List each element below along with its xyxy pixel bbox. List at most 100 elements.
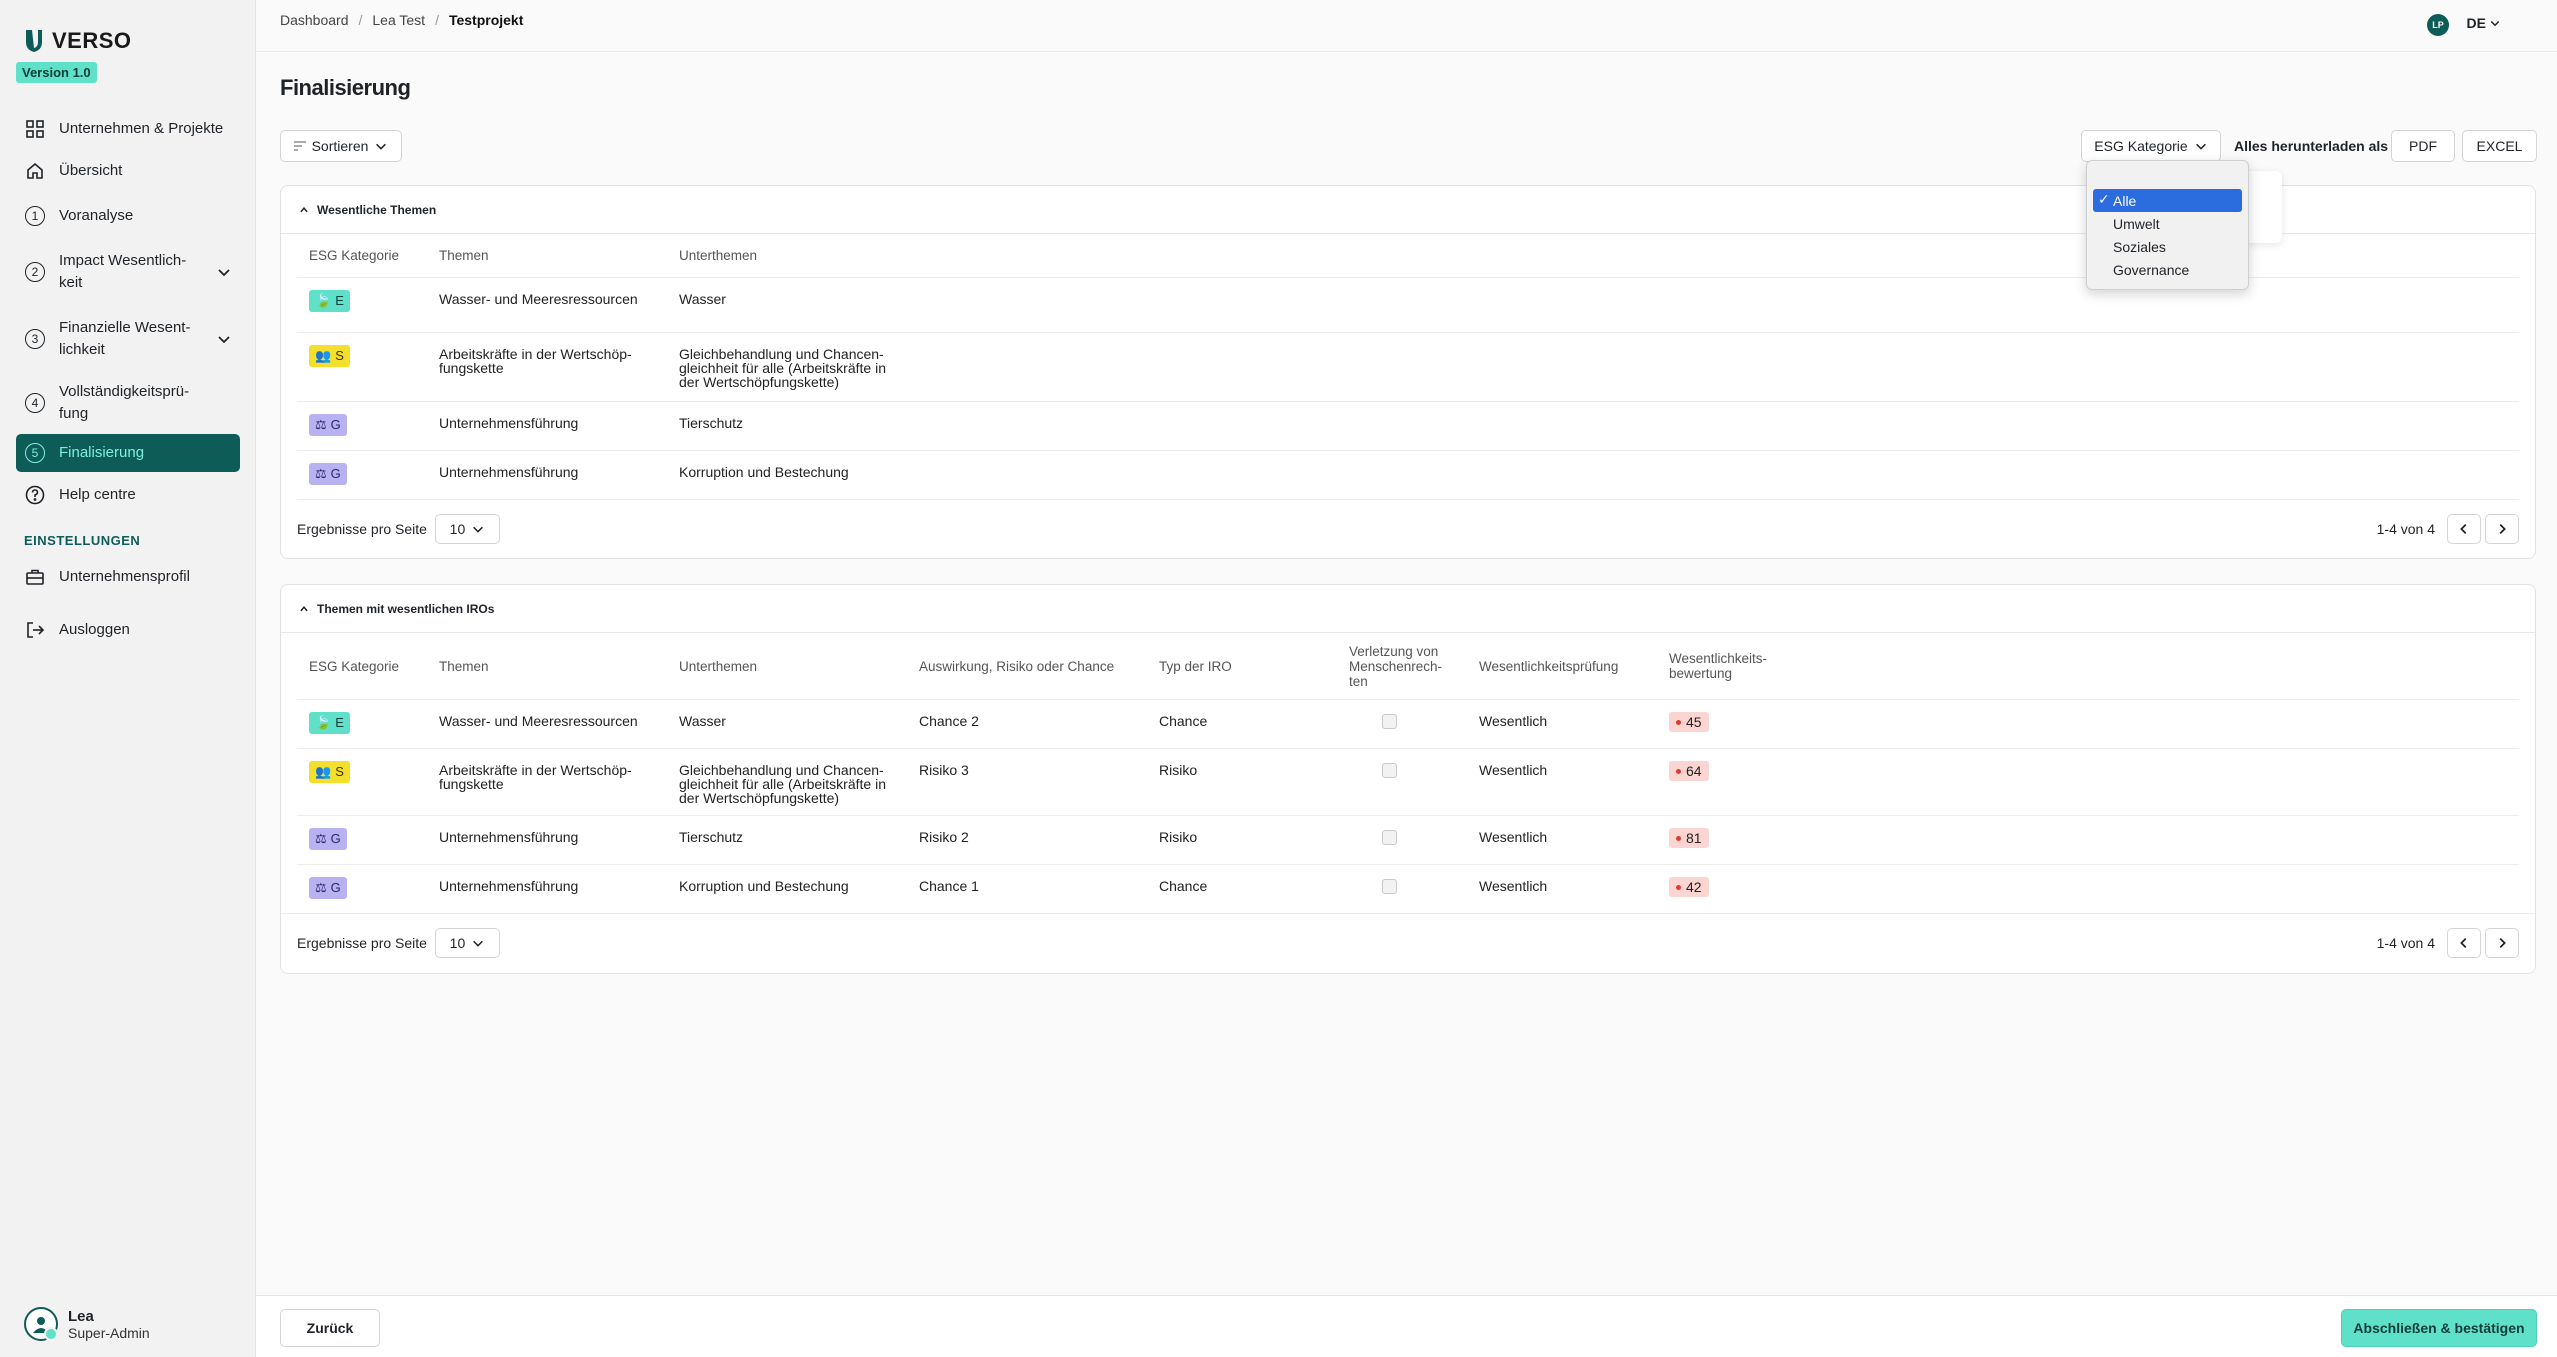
sort-icon bbox=[293, 141, 306, 151]
chevron-down-icon bbox=[376, 143, 387, 150]
chevron-down-icon bbox=[473, 940, 484, 947]
table-row[interactable]: ⚖ G Unternehmensführung Tierschutz bbox=[297, 402, 2519, 451]
card-title: Wesentliche Themen bbox=[317, 202, 437, 217]
iro-topics-header[interactable]: Themen mit wesentlichen IROs bbox=[281, 585, 2535, 633]
sidebar-item-finanzielle-wesentlichkeit[interactable]: 3 Finanzielle Wesent-lichkeit bbox=[16, 305, 240, 372]
chevron-up-icon bbox=[300, 605, 308, 611]
scales-icon: ⚖ bbox=[315, 880, 327, 895]
app-name: VERSO bbox=[52, 28, 132, 53]
sidebar-item-voranalyse[interactable]: 1 Voranalyse bbox=[16, 193, 240, 238]
table-row[interactable]: 🍃 E Wasser- und Meeresressourcen Wasser C… bbox=[297, 700, 2519, 749]
esg-category-filter[interactable]: ESG Kategorie bbox=[2081, 130, 2221, 162]
dropdown-option-umwelt[interactable]: Umwelt bbox=[2093, 212, 2242, 235]
step-1-icon: 1 bbox=[24, 205, 46, 227]
breadcrumb-separator: / bbox=[435, 12, 439, 28]
help-icon bbox=[24, 484, 46, 506]
grid-icon bbox=[24, 118, 46, 140]
sidebar-item-help-centre[interactable]: Help centre bbox=[16, 472, 240, 517]
topic-cell: Unternehmensführung bbox=[439, 829, 579, 845]
human-rights-checkbox[interactable] bbox=[1382, 714, 1397, 729]
page-title: Finalisierung bbox=[280, 75, 411, 100]
materiality-check-cell: Wesentlich bbox=[1479, 878, 1548, 894]
table-row[interactable]: ⚖ G Unternehmensführung Korruption und Be… bbox=[297, 865, 2519, 913]
materiality-check-cell: Wesentlich bbox=[1479, 829, 1548, 845]
human-rights-checkbox[interactable] bbox=[1382, 879, 1397, 894]
column-header[interactable]: ESG Kategorie bbox=[297, 659, 427, 674]
card-title: Themen mit wesentlichen IROs bbox=[317, 601, 495, 616]
column-header[interactable]: Wesentlichkeits-bewertung bbox=[1657, 651, 1817, 681]
confirm-button[interactable]: Abschließen & bestätigen bbox=[2341, 1309, 2537, 1347]
sidebar-item-impact-wesentlichkeit[interactable]: 2 Impact Wesentlich-keit bbox=[16, 238, 240, 305]
column-header[interactable]: Auswirkung, Risiko oder Chance bbox=[907, 659, 1147, 674]
dropdown-option-alle[interactable]: ✓ Alle bbox=[2093, 189, 2242, 212]
table-row[interactable]: ⚖ G Unternehmensführung Korruption und Be… bbox=[297, 451, 2519, 500]
table-row[interactable]: 👥 S Arbeitskräfte in der Wertschöp-fungsk… bbox=[297, 333, 2519, 402]
topic-cell: Unternehmensführung bbox=[439, 415, 579, 431]
sidebar-item-vollstaendigkeitspruefung[interactable]: 4 Vollständigkeitsprü-fung bbox=[16, 372, 240, 434]
user-role: Super-Admin bbox=[68, 1324, 150, 1341]
sidebar-item-label: Unternehmen & Projekte bbox=[59, 120, 224, 137]
breadcrumb-separator: / bbox=[358, 12, 363, 28]
dropdown-option-governance[interactable]: Governance bbox=[2093, 258, 2242, 281]
avatar[interactable]: LP bbox=[2427, 14, 2449, 36]
subtopic-cell: Gleichbehandlung und Chancen-gleichheit … bbox=[679, 346, 886, 390]
next-page-button[interactable] bbox=[2485, 514, 2519, 544]
sort-label: Sortieren bbox=[311, 138, 369, 154]
column-header[interactable]: Themen bbox=[427, 659, 667, 674]
sidebar-item-finalisierung[interactable]: 5 Finalisierung bbox=[16, 434, 240, 472]
breadcrumb-lea-test[interactable]: Lea Test bbox=[372, 12, 425, 28]
prev-page-button[interactable] bbox=[2447, 927, 2481, 958]
column-header[interactable]: Typ der IRO bbox=[1147, 659, 1337, 674]
home-icon bbox=[24, 160, 46, 182]
table-row[interactable]: ⚖ G Unternehmensführung Tierschutz Risiko… bbox=[297, 816, 2519, 865]
column-header[interactable]: Unterthemen bbox=[667, 659, 907, 674]
pagination-info: 1-4 von 4 bbox=[2376, 521, 2435, 537]
per-page-select[interactable]: 10 bbox=[434, 927, 500, 958]
sidebar-item-label: Finanzielle Wesent-lichkeit bbox=[59, 318, 191, 358]
sidebar-item-label: Help centre bbox=[59, 485, 136, 503]
user-profile[interactable]: Lea Super-Admin bbox=[24, 1307, 150, 1341]
language-selector[interactable]: DE bbox=[2467, 15, 2501, 31]
leaf-icon: 🍃 bbox=[315, 715, 332, 730]
dropdown-option-soziales[interactable]: Soziales bbox=[2093, 235, 2242, 258]
pdf-download-button[interactable]: PDF bbox=[2391, 130, 2455, 162]
score-badge: 64 bbox=[1669, 761, 1709, 781]
sidebar-item-ausloggen[interactable]: Ausloggen bbox=[16, 599, 240, 661]
sidebar-item-label: Voranalyse bbox=[59, 206, 134, 224]
column-header[interactable]: Verletzung von Menschenrech-ten bbox=[1337, 644, 1467, 689]
sidebar-item-uebersicht[interactable]: Übersicht bbox=[16, 148, 240, 193]
people-icon: 👥 bbox=[315, 348, 332, 363]
esg-category-dropdown: ✓ Alle Umwelt Soziales Governance bbox=[2086, 160, 2249, 290]
column-header[interactable]: ESG Kategorie bbox=[297, 248, 427, 263]
chevron-down-icon[interactable] bbox=[216, 331, 232, 347]
sidebar-item-unternehmen-projekte[interactable]: Unternehmen & Projekte bbox=[16, 110, 240, 148]
scales-icon: ⚖ bbox=[315, 417, 327, 432]
back-button[interactable]: Zurück bbox=[280, 1309, 380, 1347]
human-rights-checkbox[interactable] bbox=[1382, 830, 1397, 845]
per-page-label: Ergebnisse pro Seite bbox=[297, 934, 427, 951]
prev-page-button[interactable] bbox=[2447, 514, 2481, 544]
download-all-label: Alles herunterladen als bbox=[2234, 138, 2389, 154]
column-header[interactable]: Unterthemen bbox=[667, 248, 907, 263]
esg-filter-label: ESG Kategorie bbox=[2094, 138, 2188, 154]
column-header[interactable]: Wesentlichkeitsprüfung bbox=[1467, 659, 1657, 674]
sort-button[interactable]: Sortieren bbox=[280, 130, 402, 162]
iro-topics-card: Themen mit wesentlichen IROs ESG Kategor… bbox=[280, 584, 2536, 974]
user-name: Lea bbox=[68, 1307, 94, 1325]
logo[interactable]: VERSO bbox=[24, 28, 132, 54]
pagination-info: 1-4 von 4 bbox=[2376, 934, 2435, 951]
esg-badge-e: 🍃 E bbox=[309, 290, 350, 312]
next-page-button[interactable] bbox=[2485, 927, 2519, 958]
settings-section-title: EINSTELLUNGEN bbox=[24, 533, 141, 548]
excel-download-button[interactable]: EXCEL bbox=[2462, 130, 2537, 162]
table-row[interactable]: 👥 S Arbeitskräfte in der Wertschöp-fungsk… bbox=[297, 749, 2519, 816]
breadcrumb-dashboard[interactable]: Dashboard bbox=[280, 12, 349, 28]
per-page-select[interactable]: 10 bbox=[434, 514, 500, 544]
column-header[interactable]: Themen bbox=[427, 248, 667, 263]
sidebar-nav: Unternehmen & Projekte Übersicht 1 Voran… bbox=[16, 110, 240, 661]
chevron-down-icon[interactable] bbox=[216, 264, 232, 280]
sidebar-item-unternehmensprofil[interactable]: Unternehmensprofil bbox=[16, 554, 240, 599]
breadcrumb-testprojekt: Testprojekt bbox=[448, 12, 524, 28]
human-rights-checkbox[interactable] bbox=[1382, 763, 1397, 778]
chevron-right-icon bbox=[2499, 937, 2506, 948]
